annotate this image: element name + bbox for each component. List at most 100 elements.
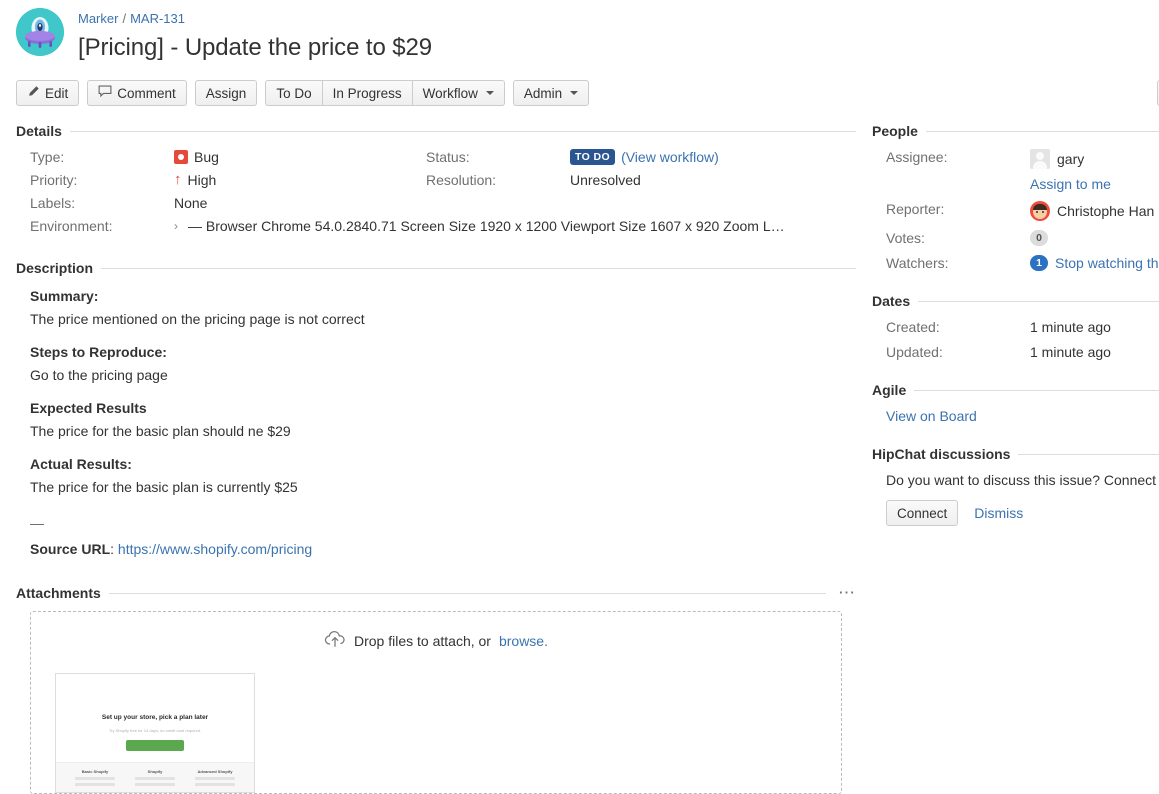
reporter-value: Christophe Han bbox=[1030, 201, 1159, 221]
assignee-name: gary bbox=[1057, 151, 1084, 167]
watchers-count-badge[interactable]: 1 bbox=[1030, 255, 1048, 271]
assignee-value: gary bbox=[1030, 149, 1159, 169]
labels-label: Labels: bbox=[30, 195, 174, 211]
hipchat-section-header: HipChat discussions bbox=[872, 446, 1159, 462]
breadcrumb-issue-link[interactable]: MAR-131 bbox=[130, 11, 185, 26]
priority-value-text: High bbox=[188, 172, 217, 188]
pencil-icon bbox=[27, 85, 40, 101]
breadcrumb: Marker/MAR-131 bbox=[78, 8, 1159, 27]
votes-value: 0 bbox=[1030, 230, 1159, 246]
description-block-heading: Summary: bbox=[30, 286, 856, 306]
votes-label: Votes: bbox=[886, 230, 1030, 246]
environment-value: › — Browser Chrome 54.0.2840.71 Screen S… bbox=[174, 218, 856, 234]
attachment-thumbnail-headline: Set up your store, pick a plan later bbox=[56, 714, 254, 721]
attachment-thumbnail-subline: Try Shopify free for 14 days, no credit … bbox=[56, 728, 254, 733]
hipchat-prompt: Do you want to discuss this issue? Conne… bbox=[872, 472, 1159, 488]
todo-transition-button[interactable]: To Do bbox=[265, 80, 321, 106]
arrow-up-icon: ↑ bbox=[174, 173, 182, 187]
dates-section: Dates Created: 1 minute ago Updated: 1 m… bbox=[872, 293, 1159, 360]
details-section-title: Details bbox=[16, 123, 62, 139]
section-divider bbox=[109, 593, 826, 594]
section-divider bbox=[70, 131, 856, 132]
plan-cell: Basic Shopify bbox=[73, 769, 117, 793]
updated-label: Updated: bbox=[886, 344, 1030, 360]
chevron-down-icon bbox=[570, 91, 578, 95]
resolution-value: Unresolved bbox=[570, 172, 856, 188]
description-block-body: Go to the pricing page bbox=[30, 365, 856, 385]
chevron-down-icon bbox=[486, 91, 494, 95]
workflow-dropdown-label: Workflow bbox=[423, 86, 478, 101]
chevron-right-icon[interactable]: › bbox=[174, 219, 182, 233]
plan-line bbox=[75, 777, 115, 780]
drop-files-message: Drop files to attach, or browse. bbox=[31, 630, 841, 651]
issue-toolbar: Edit Comment Assign To Do In Progress Wo… bbox=[16, 80, 1159, 106]
plan-line bbox=[135, 777, 175, 780]
plan-line bbox=[195, 783, 235, 786]
people-section-title: People bbox=[872, 123, 918, 139]
created-label: Created: bbox=[886, 319, 1030, 335]
hipchat-connect-button[interactable]: Connect bbox=[886, 500, 958, 526]
attachment-thumbnail[interactable]: Set up your store, pick a plan later Try… bbox=[55, 673, 255, 793]
watchers-label: Watchers: bbox=[886, 255, 1030, 271]
admin-dropdown-button[interactable]: Admin bbox=[513, 80, 589, 106]
reporter-name: Christophe Han bbox=[1057, 203, 1154, 219]
description-block: Steps to Reproduce: Go to the pricing pa… bbox=[30, 342, 856, 385]
dates-section-title: Dates bbox=[872, 293, 910, 309]
source-url-row: Source URL: https://www.shopify.com/pric… bbox=[30, 539, 856, 559]
source-url-link[interactable]: https://www.shopify.com/pricing bbox=[118, 541, 312, 557]
description-body: Summary: The price mentioned on the pric… bbox=[16, 286, 856, 559]
workflow-dropdown-button[interactable]: Workflow bbox=[412, 80, 505, 106]
source-url-colon: : bbox=[110, 541, 114, 557]
status-badge: TO DO bbox=[570, 149, 615, 165]
default-user-avatar bbox=[1030, 149, 1050, 169]
resolution-label: Resolution: bbox=[426, 172, 570, 188]
hipchat-actions: Connect Dismiss bbox=[872, 500, 1159, 526]
environment-label: Environment: bbox=[30, 218, 174, 234]
description-block-body: The price for the basic plan should ne $… bbox=[30, 421, 856, 441]
cloud-upload-icon bbox=[324, 630, 346, 651]
comment-button[interactable]: Comment bbox=[87, 80, 187, 106]
attachment-thumbnail-plans: Basic Shopify Shopify Advanced Shopify bbox=[56, 762, 254, 793]
view-workflow-link[interactable]: (View workflow) bbox=[621, 149, 719, 165]
hipchat-dismiss-link[interactable]: Dismiss bbox=[974, 505, 1023, 521]
hipchat-section-title: HipChat discussions bbox=[872, 446, 1010, 462]
agile-links: View on Board bbox=[872, 408, 1159, 424]
plan-cell: Advanced Shopify bbox=[193, 769, 237, 793]
watchers-value: 1 Stop watching th bbox=[1030, 255, 1159, 271]
section-divider bbox=[918, 301, 1159, 302]
ellipsis-icon[interactable]: ⋯ bbox=[834, 588, 856, 598]
in-progress-transition-button[interactable]: In Progress bbox=[322, 80, 412, 106]
section-divider bbox=[914, 390, 1159, 391]
agile-section: Agile View on Board bbox=[872, 382, 1159, 424]
description-block-heading: Steps to Reproduce: bbox=[30, 342, 856, 362]
type-value-text: Bug bbox=[194, 149, 219, 165]
attachment-dropzone[interactable]: Drop files to attach, or browse. Set up … bbox=[30, 611, 842, 794]
people-section-header: People bbox=[872, 123, 1159, 139]
agile-section-header: Agile bbox=[872, 382, 1159, 398]
reporter-label: Reporter: bbox=[886, 201, 1030, 217]
plan-title: Basic Shopify bbox=[73, 769, 117, 774]
breadcrumb-separator: / bbox=[118, 11, 130, 26]
votes-count-badge[interactable]: 0 bbox=[1030, 230, 1048, 246]
speech-bubble-icon bbox=[98, 85, 112, 101]
plan-cell: Shopify bbox=[133, 769, 177, 793]
assign-to-me-row: Assign to me bbox=[1030, 176, 1159, 192]
issue-main-column: Details Type: Bug Status: TO DO (View wo… bbox=[0, 123, 856, 794]
issue-body: Details Type: Bug Status: TO DO (View wo… bbox=[0, 123, 1159, 794]
drop-files-text: Drop files to attach, or bbox=[354, 633, 491, 649]
details-section-header: Details bbox=[16, 123, 856, 139]
edit-button-label: Edit bbox=[45, 86, 68, 101]
issue-header: Marker/MAR-131 [Pricing] - Update the pr… bbox=[0, 0, 1159, 63]
workflow-button-group: To Do In Progress Workflow bbox=[265, 80, 505, 106]
source-url-label: Source URL bbox=[30, 541, 110, 557]
view-on-board-link[interactable]: View on Board bbox=[886, 408, 977, 424]
edit-button[interactable]: Edit bbox=[16, 80, 79, 106]
stop-watching-link[interactable]: Stop watching th bbox=[1055, 255, 1159, 271]
breadcrumb-project-link[interactable]: Marker bbox=[78, 11, 118, 26]
section-divider bbox=[1018, 454, 1159, 455]
assign-to-me-link[interactable]: Assign to me bbox=[1030, 176, 1111, 192]
agile-section-title: Agile bbox=[872, 382, 906, 398]
browse-files-link[interactable]: browse. bbox=[499, 633, 548, 649]
dates-section-header: Dates bbox=[872, 293, 1159, 309]
assign-button[interactable]: Assign bbox=[195, 80, 258, 106]
